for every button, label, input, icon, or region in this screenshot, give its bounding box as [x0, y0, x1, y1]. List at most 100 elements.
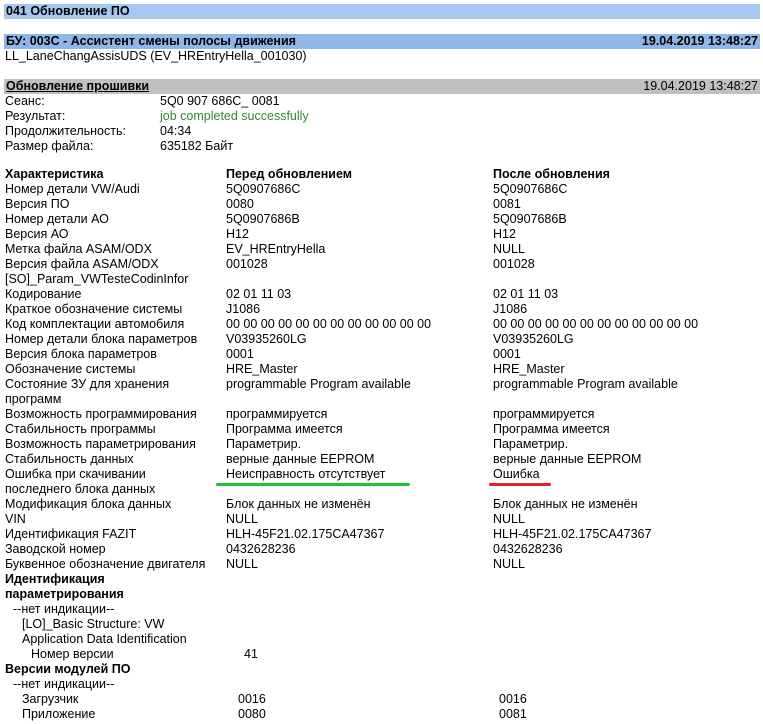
row-label: Версия блока параметров: [5, 347, 157, 361]
row-label: последнего блока данных: [5, 482, 156, 496]
row-after: J1086: [493, 302, 528, 316]
row-before: 02 01 11 03: [226, 287, 292, 301]
report-header-bar: 041 Обновление ПО: [4, 4, 760, 19]
basic-structure: [LO]_Basic Structure: VW: [22, 617, 165, 631]
version-number-value: 41: [244, 647, 258, 661]
firmware-update-bar: Обновление прошивки 19.04.2019 13:48:27: [4, 79, 760, 94]
row-label: [SO]_Param_VWTesteCodinInfor: [5, 272, 189, 286]
row-before: верные данные EEPROM: [226, 452, 375, 466]
row-before: EV_HREntryHella: [226, 242, 326, 256]
row-label: Версия ПО: [5, 197, 70, 211]
row-before: HLH-45F21.02.175CA47367: [226, 527, 385, 541]
row-after: 001028: [493, 257, 535, 271]
update-report-page: 041 Обновление ПО БУ: 003C - Ассистент с…: [0, 0, 763, 724]
row-label: Стабильность программы: [5, 422, 156, 436]
row-after: Программа имеется: [493, 422, 610, 436]
row-before: 0080: [226, 197, 254, 211]
row-label: Номер детали VW/Audi: [5, 182, 140, 196]
row-label: Идентификация FAZIT: [5, 527, 137, 541]
row-after: Ошибка: [493, 467, 540, 481]
row-after: H12: [493, 227, 516, 241]
row-before: programmable Program available: [226, 377, 411, 391]
file-size-label: Размер файла:: [5, 139, 94, 153]
row-label: Номер детали блока параметров: [5, 332, 198, 346]
param-ident-title-2: параметрирования: [5, 587, 124, 601]
row-after: 0001: [493, 347, 521, 361]
row-after: 0432628236: [493, 542, 563, 556]
row-after: 02 01 11 03: [493, 287, 559, 301]
module-no-indication: --нет индикации--: [13, 677, 115, 691]
app-data-identification: Application Data Identification: [22, 632, 187, 646]
row-before: 0001: [226, 347, 254, 361]
row-before: J1086: [226, 302, 261, 316]
version-number-label: Номер версии: [31, 647, 114, 661]
duration-value: 04:34: [160, 124, 192, 138]
row-after: 00 00 00 00 00 00 00 00 00 00 00 00: [493, 317, 699, 331]
duration-label: Продолжительность:: [5, 124, 126, 138]
row-before: 001028: [226, 257, 268, 271]
bootloader-after: 0016: [499, 692, 527, 706]
row-after: Блок данных не изменён: [493, 497, 638, 511]
row-label: Стабильность данных: [5, 452, 134, 466]
row-before: H12: [226, 227, 249, 241]
control-unit-title: БУ: 003C - Ассистент смены полосы движен…: [6, 34, 296, 48]
row-after: V03935260LG: [493, 332, 574, 346]
row-label: Состояние ЗУ для хранения: [5, 377, 170, 391]
row-label: VIN: [5, 512, 26, 526]
row-before: 00 00 00 00 00 00 00 00 00 00 00 00: [226, 317, 432, 331]
control-unit-bar: БУ: 003C - Ассистент смены полосы движен…: [4, 34, 760, 49]
row-after: 5Q0907686B: [493, 212, 567, 226]
result-label: Результат:: [5, 109, 66, 123]
row-before: Параметрир.: [226, 437, 302, 451]
row-before: программируется: [226, 407, 328, 421]
row-before: 5Q0907686B: [226, 212, 300, 226]
row-after: Параметрир.: [493, 437, 569, 451]
module-versions-title: Версии модулей ПО: [5, 662, 131, 676]
bootloader-label: Загрузчик: [22, 692, 79, 706]
report-title: 041 Обновление ПО: [6, 4, 130, 18]
session-value: 5Q0 907 686C_ 0081: [160, 94, 280, 108]
row-before: V03935260LG: [226, 332, 307, 346]
row-label: Кодирование: [5, 287, 82, 301]
row-label: Возможность параметрирования: [5, 437, 196, 451]
column-header-after: После обновления: [493, 167, 610, 181]
session-label: Сеанс:: [5, 94, 45, 108]
application-after: 0081: [499, 707, 527, 721]
row-label: Версия АО: [5, 227, 69, 241]
row-after: programmable Program available: [493, 377, 678, 391]
error-highlight-underline: [489, 483, 551, 486]
result-value: job completed successfully: [160, 109, 309, 123]
row-label: Краткое обозначение системы: [5, 302, 183, 316]
row-label: Код комплектации автомобиля: [5, 317, 185, 331]
control-unit-date: 19.04.2019 13:48:27: [641, 34, 758, 48]
ok-highlight-underline: [216, 483, 410, 486]
row-after: NULL: [493, 512, 525, 526]
column-header-characteristic: Характеристика: [5, 167, 104, 181]
row-after: программируется: [493, 407, 595, 421]
row-before: NULL: [226, 557, 258, 571]
row-after: NULL: [493, 557, 525, 571]
bootloader-before: 0016: [238, 692, 266, 706]
row-label: Номер детали АО: [5, 212, 109, 226]
row-after: HLH-45F21.02.175CA47367: [493, 527, 652, 541]
row-before: Программа имеется: [226, 422, 343, 436]
row-after: NULL: [493, 242, 525, 256]
row-label: Модификация блока данных: [5, 497, 172, 511]
row-after: верные данные EEPROM: [493, 452, 642, 466]
column-header-before: Перед обновлением: [226, 167, 352, 181]
firmware-update-title: Обновление прошивки: [6, 79, 150, 93]
row-before: Блок данных не изменён: [226, 497, 371, 511]
row-after: 0081: [493, 197, 521, 211]
row-label: Возможность программирования: [5, 407, 197, 421]
application-before: 0080: [238, 707, 266, 721]
firmware-update-date: 19.04.2019 13:48:27: [643, 79, 758, 93]
row-label: Заводской номер: [5, 542, 106, 556]
param-ident-title-1: Идентификация: [5, 572, 105, 586]
row-before: 0432628236: [226, 542, 296, 556]
row-before: NULL: [226, 512, 258, 526]
control-unit-subtitle: LL_LaneChangAssisUDS (EV_HREntryHella_00…: [5, 49, 307, 63]
application-label: Приложение: [22, 707, 96, 721]
row-label: Ошибка при скачивании: [5, 467, 146, 481]
row-after: 5Q0907686C: [493, 182, 568, 196]
row-label: Метка файла ASAM/ODX: [5, 242, 152, 256]
